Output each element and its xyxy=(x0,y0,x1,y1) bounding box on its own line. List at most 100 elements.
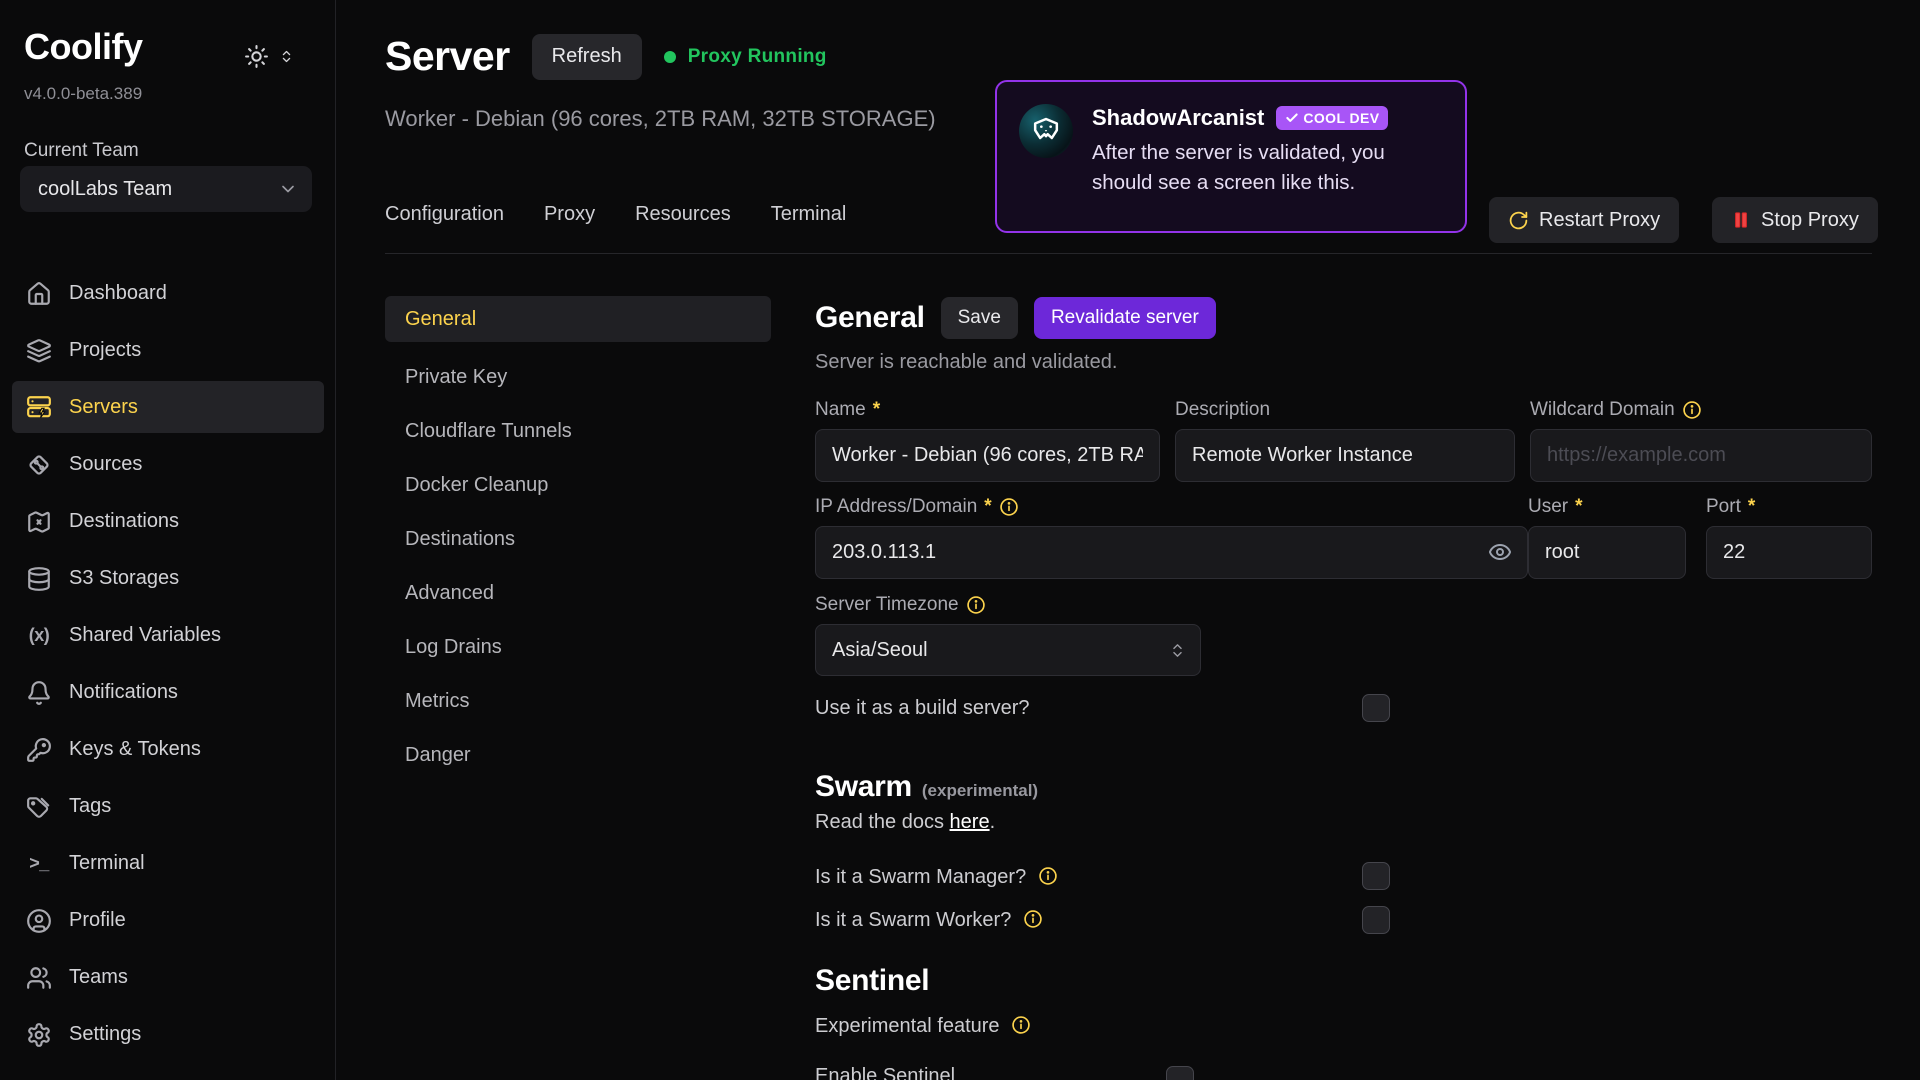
subnav-item-metrics[interactable]: Metrics xyxy=(385,674,771,728)
info-icon[interactable] xyxy=(1038,866,1058,886)
proxy-status: Proxy Running xyxy=(664,46,827,68)
sidebar-item-s3-storages[interactable]: S3 Storages xyxy=(0,550,336,607)
sidebar-item-label: Profile xyxy=(69,909,126,932)
user-circle-icon xyxy=(26,908,52,934)
server-subtitle: Worker - Debian (96 cores, 2TB RAM, 32TB… xyxy=(385,106,936,132)
sidebar-item-label: Sources xyxy=(69,453,142,476)
sun-icon[interactable] xyxy=(244,44,269,69)
ip-address-input[interactable] xyxy=(815,526,1528,579)
swarm-worker-checkbox[interactable] xyxy=(1362,906,1390,934)
info-icon[interactable] xyxy=(966,595,986,615)
app-logo: Coolify xyxy=(24,26,143,68)
key-icon xyxy=(26,737,52,763)
port-input[interactable] xyxy=(1706,526,1872,579)
subnav-item-advanced[interactable]: Advanced xyxy=(385,566,771,620)
sidebar-item-label: Dashboard xyxy=(69,282,167,305)
subnav-item-destinations[interactable]: Destinations xyxy=(385,512,771,566)
experimental-tag: (experimental) xyxy=(922,781,1038,801)
subnav-item-log-drains[interactable]: Log Drains xyxy=(385,620,771,674)
info-icon[interactable] xyxy=(1011,1015,1031,1035)
sidebar-item-profile[interactable]: Profile xyxy=(0,892,336,949)
sidebar-item-label: Keys & Tokens xyxy=(69,738,201,761)
subnav-item-danger[interactable]: Danger xyxy=(385,728,771,782)
chevrons-up-down-icon xyxy=(1169,642,1186,659)
subnav-item-private-key[interactable]: Private Key xyxy=(385,350,771,404)
wildcard-domain-input[interactable] xyxy=(1530,429,1872,482)
theme-selector[interactable] xyxy=(244,44,294,69)
eye-icon[interactable] xyxy=(1488,540,1512,564)
current-team-label: Current Team xyxy=(24,140,139,162)
subnav-item-docker-cleanup[interactable]: Docker Cleanup xyxy=(385,458,771,512)
app-version: v4.0.0-beta.389 xyxy=(24,84,142,104)
chevrons-up-down-icon[interactable] xyxy=(279,49,294,64)
docs-link[interactable]: here xyxy=(950,811,990,833)
save-button[interactable]: Save xyxy=(941,297,1018,339)
description-input[interactable] xyxy=(1175,429,1515,482)
timezone-select[interactable]: Asia/Seoul xyxy=(815,624,1201,676)
database-icon xyxy=(26,566,52,592)
server-status-text: Server is reachable and validated. xyxy=(815,351,1117,374)
required-asterisk: * xyxy=(1748,496,1755,518)
sidebar-item-notifications[interactable]: Notifications xyxy=(0,664,336,721)
page-header: Server Refresh Proxy Running xyxy=(385,33,827,80)
page-title: Server xyxy=(385,33,510,80)
callout-author: ShadowArcanist xyxy=(1092,105,1264,131)
users-icon xyxy=(26,965,52,991)
rotate-cw-icon xyxy=(1508,210,1529,231)
tab-proxy[interactable]: Proxy xyxy=(544,203,595,226)
sidebar-item-shared-variables[interactable]: (x) Shared Variables xyxy=(0,607,336,664)
sidebar-item-dashboard[interactable]: Dashboard xyxy=(0,265,336,322)
team-select[interactable]: coolLabs Team xyxy=(20,166,312,212)
proxy-status-label: Proxy Running xyxy=(688,46,827,68)
build-server-checkbox[interactable] xyxy=(1362,694,1390,722)
enable-sentinel-checkbox[interactable] xyxy=(1166,1066,1194,1080)
user-input[interactable] xyxy=(1528,526,1686,579)
info-icon[interactable] xyxy=(999,497,1019,517)
swarm-manager-checkbox[interactable] xyxy=(1362,862,1390,890)
name-label: Name* xyxy=(815,399,880,421)
subnav-item-cloudflare-tunnels[interactable]: Cloudflare Tunnels xyxy=(385,404,771,458)
user-label: User* xyxy=(1528,496,1583,518)
stop-proxy-button[interactable]: Stop Proxy xyxy=(1712,197,1878,243)
general-heading-row: General Save Revalidate server xyxy=(815,297,1216,339)
revalidate-server-button[interactable]: Revalidate server xyxy=(1034,297,1216,339)
sidebar-item-tags[interactable]: Tags xyxy=(0,778,336,835)
timezone-label: Server Timezone xyxy=(815,594,986,616)
sidebar-item-servers[interactable]: Servers xyxy=(12,381,324,433)
info-icon[interactable] xyxy=(1682,400,1702,420)
tabs-divider xyxy=(385,253,1872,254)
tab-resources[interactable]: Resources xyxy=(635,203,731,226)
sidebar-item-teams[interactable]: Teams xyxy=(0,949,336,1006)
swarm-manager-question: Is it a Swarm Manager? xyxy=(815,866,1058,889)
sidebar-item-label: Teams xyxy=(69,966,128,989)
info-icon[interactable] xyxy=(1023,909,1043,929)
sidebar-item-destinations[interactable]: Destinations xyxy=(0,493,336,550)
required-asterisk: * xyxy=(1575,496,1582,518)
check-icon xyxy=(1285,111,1299,125)
tags-icon xyxy=(26,794,52,820)
tab-terminal[interactable]: Terminal xyxy=(771,203,847,226)
sidebar: Coolify v4.0.0-beta.389 Current Team coo… xyxy=(0,0,336,1080)
terminal-icon: >_ xyxy=(26,851,52,877)
required-asterisk: * xyxy=(873,399,880,421)
server-tabs: Configuration Proxy Resources Terminal xyxy=(385,203,846,226)
avatar xyxy=(1019,104,1073,158)
sidebar-item-settings[interactable]: Settings xyxy=(0,1006,336,1063)
subnav-item-general[interactable]: General xyxy=(385,296,771,342)
sidebar-item-label: Shared Variables xyxy=(69,624,221,647)
map-icon xyxy=(26,509,52,535)
sidebar-item-keys-tokens[interactable]: Keys & Tokens xyxy=(0,721,336,778)
sidebar-item-label: Notifications xyxy=(69,681,178,704)
restart-proxy-button[interactable]: Restart Proxy xyxy=(1489,197,1679,243)
git-source-icon xyxy=(26,452,52,478)
layers-icon xyxy=(26,338,52,364)
ip-address-label: IP Address/Domain* xyxy=(815,496,1019,518)
name-input[interactable] xyxy=(815,429,1160,482)
tab-configuration[interactable]: Configuration xyxy=(385,203,504,226)
sidebar-item-projects[interactable]: Projects xyxy=(0,322,336,379)
sentinel-sub-label: Experimental feature xyxy=(815,1015,1031,1038)
refresh-button[interactable]: Refresh xyxy=(532,34,642,80)
sidebar-item-terminal[interactable]: >_ Terminal xyxy=(0,835,336,892)
sidebar-item-label: S3 Storages xyxy=(69,567,179,590)
sidebar-item-sources[interactable]: Sources xyxy=(0,436,336,493)
